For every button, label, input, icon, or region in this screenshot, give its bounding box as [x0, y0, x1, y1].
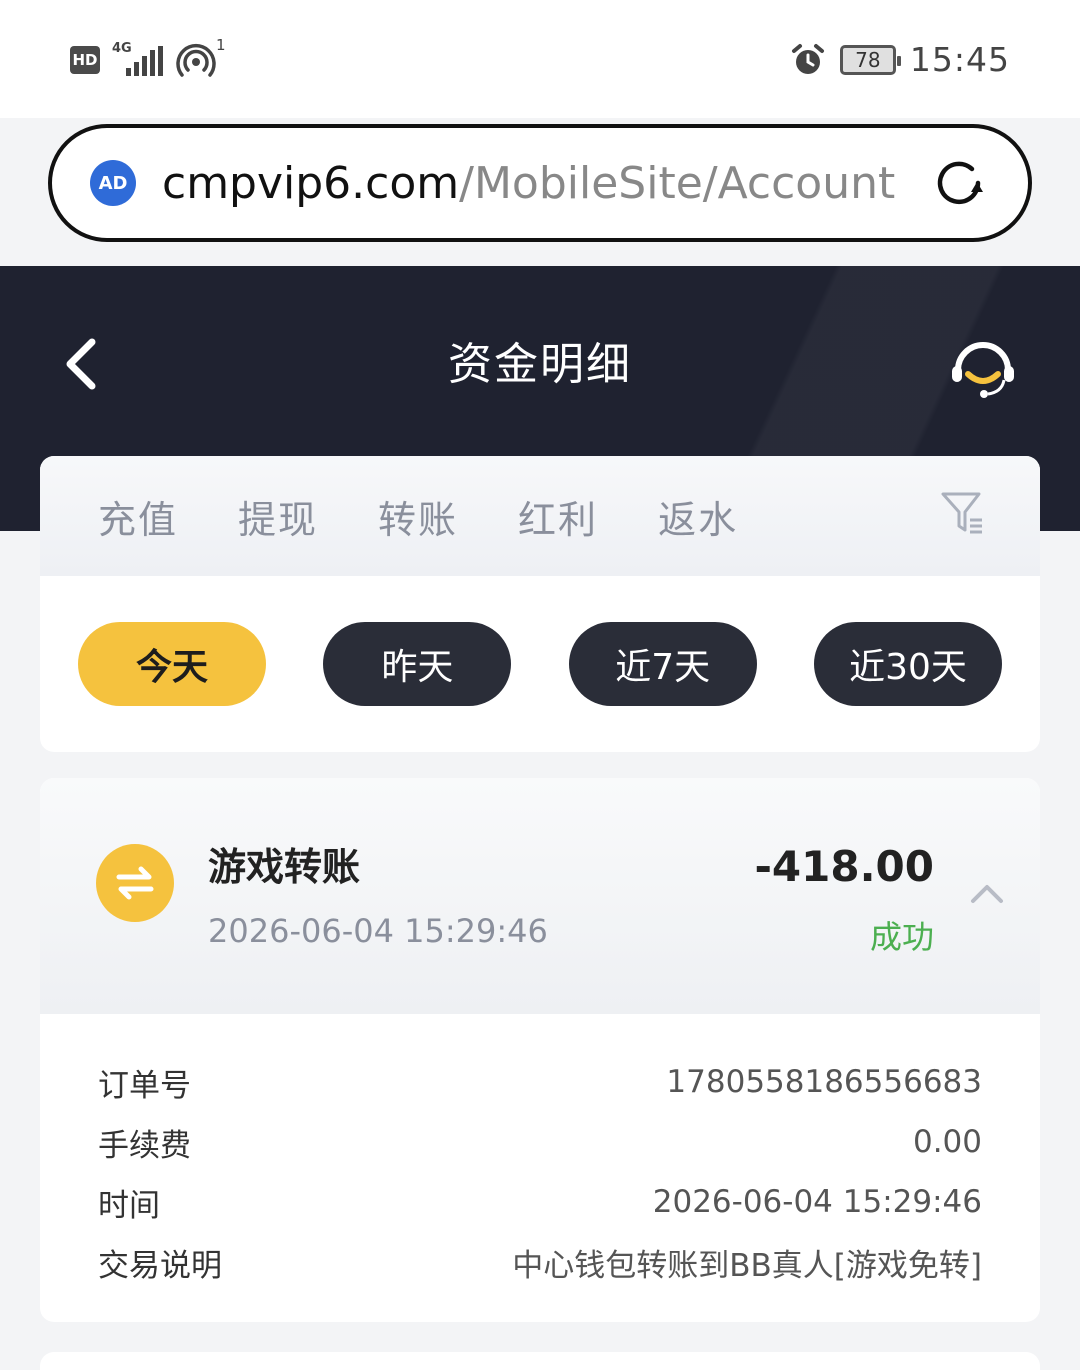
url-text[interactable]: cmpvip6.com/MobileSite/Account	[162, 158, 928, 209]
battery-level: 78	[855, 47, 881, 72]
detail-value: 0.00	[912, 1124, 982, 1160]
detail-row-order-id: 订单号 1780558186556683	[98, 1052, 982, 1112]
transaction-details: 订单号 1780558186556683 手续费 0.00 时间 2026-06…	[40, 1014, 1040, 1292]
range-today-button[interactable]: 今天	[78, 622, 266, 706]
transaction-time: 2026-06-04 15:29:46	[208, 912, 548, 950]
range-yesterday-button[interactable]: 昨天	[323, 622, 512, 706]
transaction-amount: -418.00	[754, 842, 934, 891]
chevron-up-icon[interactable]	[970, 882, 1004, 904]
detail-row-description: 交易说明 中心钱包转账到BB真人[游戏免转]	[98, 1232, 982, 1292]
filter-card: 充值 提现 转账 红利 返水 今天 昨天 近7天 近30天	[40, 456, 1040, 752]
detail-value: 2026-06-04 15:29:46	[652, 1184, 982, 1220]
filter-icon[interactable]	[940, 490, 984, 536]
hd-icon: HD	[70, 46, 100, 74]
transaction-header[interactable]: 游戏转账 2026-06-04 15:29:46 -418.00 成功	[40, 778, 1040, 1014]
tab-deposit[interactable]: 充值	[98, 489, 178, 544]
transaction-title: 游戏转账	[208, 845, 361, 889]
address-bar[interactable]: AD cmpvip6.com/MobileSite/Account	[48, 124, 1032, 242]
headset-icon[interactable]	[948, 336, 1018, 400]
detail-label: 订单号	[98, 1067, 191, 1104]
status-time: 15:45	[909, 40, 1010, 79]
range-7days-button[interactable]: 近7天	[568, 622, 757, 706]
next-transaction-card	[40, 1352, 1040, 1370]
detail-value: 1780558186556683	[666, 1064, 982, 1100]
page-title: 资金明细	[448, 339, 632, 390]
alarm-icon	[791, 43, 824, 74]
detail-value: 中心钱包转账到BB真人[游戏免转]	[512, 1247, 982, 1284]
transfer-arrows-icon	[96, 844, 174, 922]
url-domain: cmpvip6.com	[162, 157, 460, 209]
reload-icon[interactable]	[928, 152, 990, 214]
status-left: HD 4G 1	[70, 36, 226, 80]
tab-withdraw[interactable]: 提现	[238, 489, 318, 544]
tab-transfer[interactable]: 转账	[378, 489, 458, 544]
tab-bonus[interactable]: 红利	[518, 489, 598, 544]
detail-label: 交易说明	[98, 1247, 222, 1284]
battery-icon: 78	[839, 44, 901, 75]
detail-row-time: 时间 2026-06-04 15:29:46	[98, 1172, 982, 1232]
status-right: 78 15:45	[790, 40, 1010, 79]
category-tabs: 充值 提现 转账 红利 返水	[40, 456, 1040, 576]
range-30days-button[interactable]: 近30天	[813, 622, 1002, 706]
detail-row-fee: 手续费 0.00	[98, 1112, 982, 1172]
tab-rebate[interactable]: 返水	[658, 489, 738, 544]
hotspot-icon: 1	[176, 36, 226, 80]
ad-block-icon[interactable]: AD	[90, 160, 136, 206]
transaction-status: 成功	[869, 918, 934, 956]
date-range-row: 今天 昨天 近7天 近30天	[40, 576, 1040, 706]
detail-label: 时间	[98, 1187, 160, 1224]
hotspot-count: 1	[216, 36, 226, 54]
transaction-card: 游戏转账 2026-06-04 15:29:46 -418.00 成功 订单号 …	[40, 778, 1040, 1322]
status-bar: HD 4G 1 78 15:45	[0, 0, 1080, 118]
detail-label: 手续费	[98, 1127, 191, 1164]
url-path: /MobileSite/Account	[459, 157, 896, 209]
signal-icon: 4G	[112, 42, 164, 78]
